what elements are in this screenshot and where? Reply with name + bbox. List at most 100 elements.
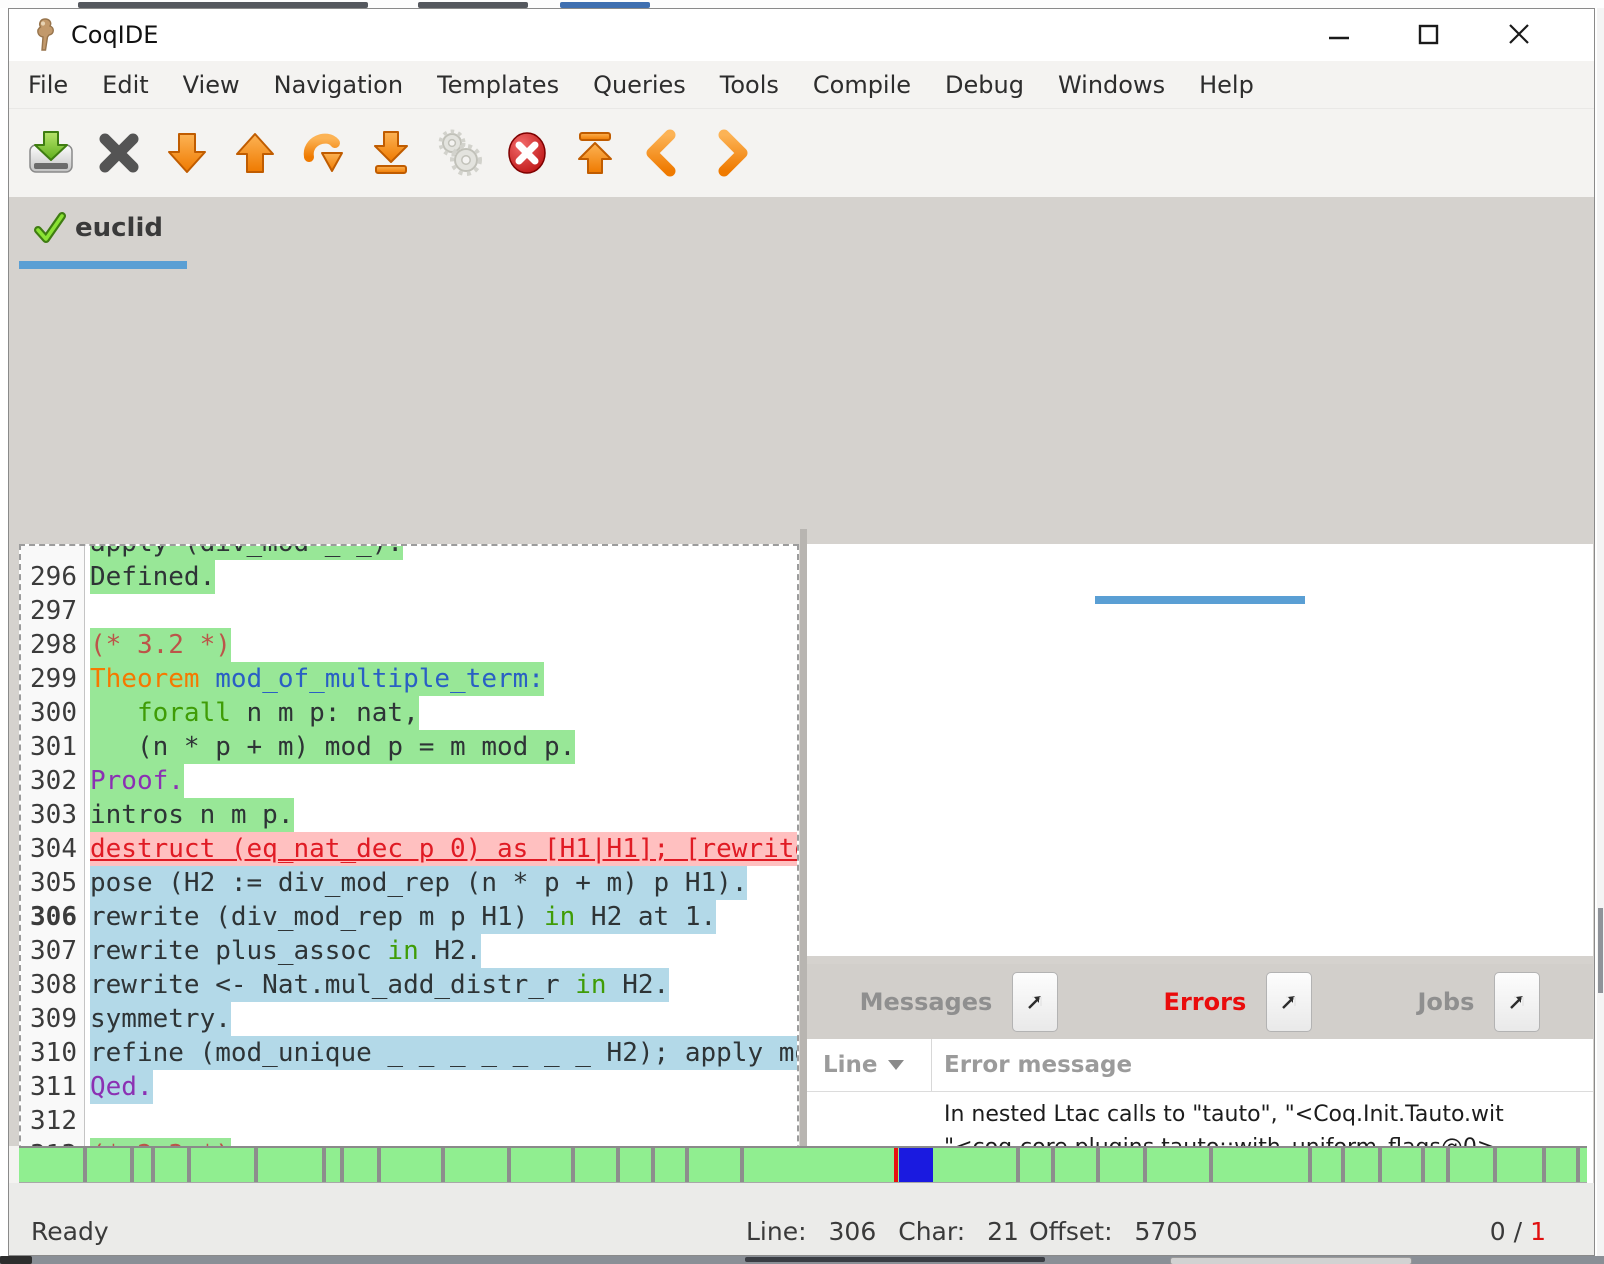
line-number: 301 <box>21 730 85 764</box>
progress-segment-divider <box>130 1148 134 1182</box>
background-text-blur <box>745 1257 1045 1262</box>
horizontal-splitter[interactable] <box>807 956 1593 964</box>
progress-segment-divider <box>151 1148 155 1182</box>
goal-panel[interactable] <box>807 544 1593 957</box>
code-line: 307rewrite plus_assoc in H2. <box>21 934 797 968</box>
interrupt-button[interactable] <box>493 123 561 183</box>
menu-item-help[interactable]: Help <box>1182 71 1271 99</box>
line-column-header[interactable]: Line <box>807 1039 932 1091</box>
progress-segment-divider <box>1421 1148 1425 1182</box>
backward-one-command-icon <box>231 129 279 177</box>
progress-segment-divider <box>322 1148 326 1182</box>
char-value: 21 <box>987 1217 1019 1246</box>
line-label: Line: <box>746 1217 807 1246</box>
menu-item-file[interactable]: File <box>11 71 85 99</box>
panel-tab-errors[interactable]: Errors <box>1164 972 1313 1032</box>
close-button[interactable] <box>1502 19 1536 49</box>
go-to-end-button[interactable] <box>357 123 425 183</box>
detach-button[interactable] <box>1266 972 1312 1032</box>
menu-item-edit[interactable]: Edit <box>85 71 165 99</box>
code-line: 297 <box>21 594 797 628</box>
menu-item-templates[interactable]: Templates <box>420 71 576 99</box>
menu-item-view[interactable]: View <box>166 71 257 99</box>
menu-bar: FileEditViewNavigationTemplatesQueriesTo… <box>9 61 1594 109</box>
line-number: 309 <box>21 1002 85 1036</box>
menu-item-tools[interactable]: Tools <box>703 71 796 99</box>
menu-item-queries[interactable]: Queries <box>576 71 703 99</box>
backward-one-command-button[interactable] <box>221 123 289 183</box>
menu-item-windows[interactable]: Windows <box>1041 71 1182 99</box>
offset-label: Offset: <box>1029 1217 1113 1246</box>
minimize-button[interactable] <box>1322 19 1356 49</box>
checkmark-icon <box>33 211 67 245</box>
line-number: 300 <box>21 696 85 730</box>
line-number: 307 <box>21 934 85 968</box>
progress-segment-divider <box>651 1148 655 1182</box>
detach-button[interactable] <box>1494 972 1540 1032</box>
progress-segment-divider <box>377 1148 381 1182</box>
line-text: intros n m p. <box>85 798 294 832</box>
line-text: rewrite <- Nat.mul_add_distr_r in H2. <box>85 968 669 1002</box>
detach-arrow-icon <box>1026 993 1044 1011</box>
line-text: forall n m p: nat, <box>85 696 419 730</box>
char-label: Char: <box>898 1217 965 1246</box>
line-number: 306 <box>21 900 85 934</box>
progress-segment-divider <box>1493 1148 1497 1182</box>
panel-tab-jobs[interactable]: Jobs <box>1417 972 1540 1032</box>
progress-segment-divider <box>740 1148 744 1182</box>
menu-item-navigation[interactable]: Navigation <box>257 71 420 99</box>
progress-segment-divider <box>1016 1148 1020 1182</box>
line-text: (* 3.2 *) <box>85 628 231 662</box>
save-icon <box>27 129 75 177</box>
close-buffer-button[interactable] <box>85 123 153 183</box>
menu-item-compile[interactable]: Compile <box>796 71 928 99</box>
error-message-line: In nested Ltac calls to "tauto", "<Coq.I… <box>944 1098 1505 1131</box>
restart-button[interactable] <box>561 123 629 183</box>
progress-bar <box>19 1146 1587 1183</box>
progress-segment-divider <box>571 1148 575 1182</box>
errors-tab-underline <box>1095 596 1305 604</box>
tab-label: euclid <box>75 213 163 243</box>
errors-separator: / <box>1514 1217 1522 1246</box>
message-column-header[interactable]: Error message <box>932 1052 1132 1078</box>
maximize-button[interactable] <box>1412 19 1446 49</box>
line-text: refine (mod_unique _ _ _ _ _ _ _ H2); ap… <box>85 1036 797 1070</box>
next-occurrence-button[interactable] <box>697 123 765 183</box>
line-text: destruct (eq_nat_dec p 0) as [H1|H1]; [r… <box>85 832 797 866</box>
detach-button[interactable] <box>1012 972 1058 1032</box>
status-ready-label: Ready <box>31 1217 109 1246</box>
progress-segment-divider <box>1446 1148 1450 1182</box>
status-bar: Ready Line: 306 Char: 21 Offset: 5705 0 … <box>9 1183 1594 1255</box>
line-text: rewrite (div_mod_rep m p H1) in H2 at 1. <box>85 900 716 934</box>
code-line: 310refine (mod_unique _ _ _ _ _ _ _ H2);… <box>21 1036 797 1070</box>
errors-table-header: Line Error message <box>807 1039 1593 1092</box>
previous-occurrence-button[interactable] <box>629 123 697 183</box>
forward-one-command-icon <box>163 129 211 177</box>
tab-euclid[interactable]: euclid <box>33 211 163 245</box>
line-number: 312 <box>21 1104 85 1138</box>
code-line: 311Qed. <box>21 1070 797 1104</box>
line-number: 297 <box>21 594 85 628</box>
forward-one-command-button[interactable] <box>153 123 221 183</box>
save-button[interactable] <box>17 123 85 183</box>
menu-item-debug[interactable]: Debug <box>928 71 1041 99</box>
code-line: 304destruct (eq_nat_dec p 0) as [H1|H1];… <box>21 832 797 866</box>
detach-arrow-icon <box>1280 993 1298 1011</box>
make-button[interactable] <box>425 123 493 183</box>
line-text: symmetry. <box>85 1002 231 1036</box>
background-window-bottom <box>0 1256 1604 1264</box>
line-number: 299 <box>21 662 85 696</box>
progress-segment-divider <box>685 1148 689 1182</box>
maximize-icon <box>1416 21 1442 47</box>
code-line: 308rewrite <- Nat.mul_add_distr_r in H2. <box>21 968 797 1002</box>
go-to-cursor-button[interactable] <box>289 123 357 183</box>
tab-bar: euclid <box>9 197 1594 269</box>
progress-segment-divider <box>1576 1148 1580 1182</box>
notebook-tabs: Messages Errors Jobs <box>807 964 1593 1039</box>
progress-segment-divider <box>1143 1148 1147 1182</box>
progress-segment-divider <box>1051 1148 1055 1182</box>
line-text: Theorem mod_of_multiple_term: <box>85 662 544 696</box>
line-number: 303 <box>21 798 85 832</box>
panel-tab-messages[interactable]: Messages <box>860 972 1059 1032</box>
code-line: 302Proof. <box>21 764 797 798</box>
